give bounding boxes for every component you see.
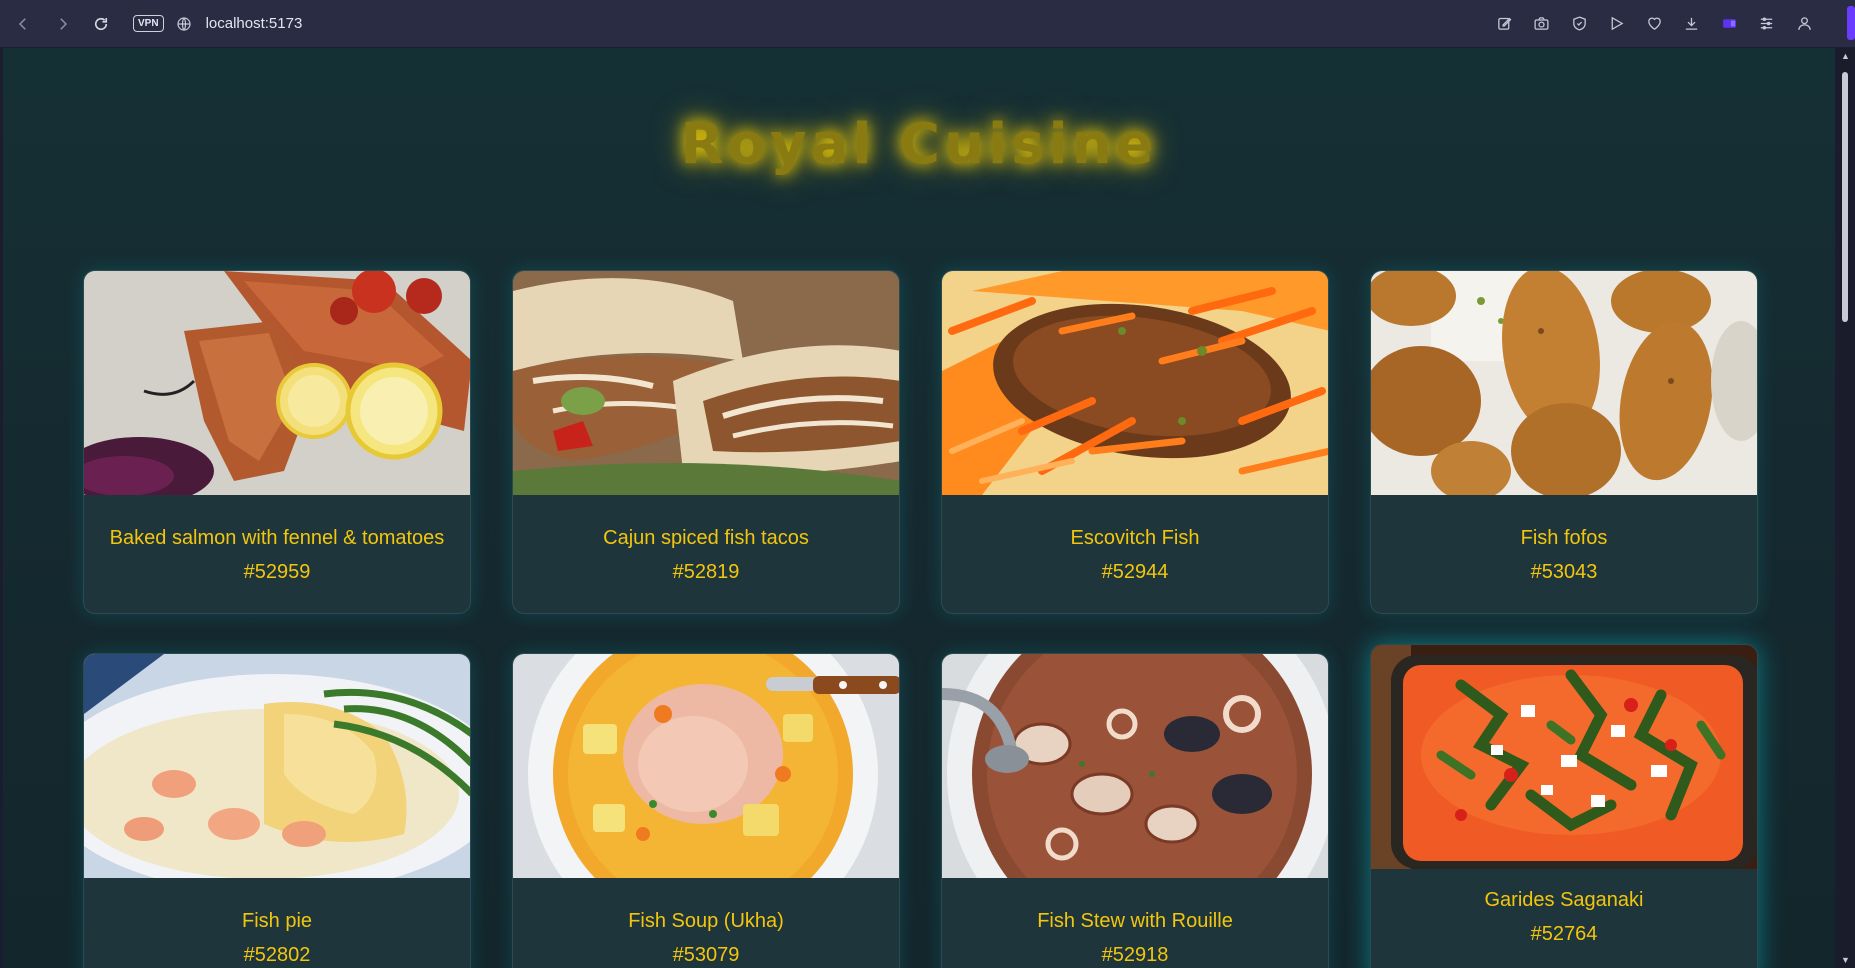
sidebar-accent[interactable] [1847, 6, 1855, 40]
page-title: Royal Cuisine [680, 112, 1158, 177]
meal-image [942, 271, 1328, 495]
meal-card[interactable]: Fish fofos #53043 [1370, 270, 1758, 614]
menu-icon[interactable] [1748, 10, 1786, 38]
meal-name: Escovitch Fish [1070, 527, 1200, 549]
download-icon[interactable] [1673, 10, 1711, 38]
meal-card[interactable]: Cajun spiced fish tacos #52819 [512, 270, 900, 614]
meal-card[interactable]: Garides Saganaki #52764 [1370, 644, 1758, 968]
scroll-down-icon[interactable]: ▼ [1841, 956, 1850, 965]
edit-icon[interactable] [1486, 10, 1524, 38]
meal-image [84, 271, 470, 495]
meal-name: Fish pie [241, 910, 313, 932]
camera-icon[interactable] [1523, 10, 1561, 38]
meal-name: Fish Soup (Ukha) [628, 910, 784, 932]
page-viewport: Royal Cuisine Baked salmon with fennel &… [3, 48, 1835, 968]
vpn-badge[interactable]: VPN [133, 15, 164, 32]
browser-toolbar: VPN localhost:5173 [0, 0, 1855, 47]
scrollbar[interactable]: ▲ ▼ [1838, 48, 1852, 968]
meal-name: Cajun spiced fish tacos [603, 527, 809, 549]
meal-grid: Baked salmon with fennel & tomatoes #529… [83, 222, 1761, 968]
profile-icon[interactable] [1786, 10, 1824, 38]
meal-image [942, 654, 1328, 878]
meal-image [513, 271, 899, 495]
meal-id: #52944 [1101, 561, 1169, 583]
meal-name: Garides Saganaki [1484, 889, 1644, 911]
meal-image [513, 654, 899, 878]
meal-image [84, 654, 470, 878]
back-icon[interactable] [9, 10, 37, 38]
meal-name: Fish Stew with Rouille [1037, 910, 1233, 932]
meal-id: #52764 [1530, 923, 1598, 945]
meal-id: #52819 [672, 561, 740, 583]
heart-icon[interactable] [1636, 10, 1674, 38]
browser-actions [1486, 0, 1824, 47]
globe-icon [176, 16, 191, 31]
scroll-thumb[interactable] [1842, 72, 1848, 322]
meal-name: Baked salmon with fennel & tomatoes [109, 527, 445, 549]
reload-icon[interactable] [87, 10, 115, 38]
meal-id: #52802 [243, 944, 311, 966]
meal-image [1371, 271, 1757, 495]
url-text[interactable]: localhost:5173 [206, 15, 303, 32]
meal-card[interactable]: Fish Stew with Rouille #52918 [941, 653, 1329, 968]
meal-id: #53079 [672, 944, 740, 966]
address-bar[interactable]: VPN localhost:5173 [133, 15, 302, 32]
meal-id: #52918 [1101, 944, 1169, 966]
forward-icon[interactable] [49, 10, 77, 38]
meal-image [1371, 645, 1757, 869]
meal-card[interactable]: Baked salmon with fennel & tomatoes #529… [83, 270, 471, 614]
meal-card[interactable]: Fish Soup (Ukha) #53079 [512, 653, 900, 968]
meal-name: Fish fofos [1520, 527, 1608, 549]
wallet-icon[interactable] [1711, 10, 1749, 38]
shield-icon[interactable] [1561, 10, 1599, 38]
meal-id: #53043 [1530, 561, 1598, 583]
scroll-up-icon[interactable]: ▲ [1841, 52, 1850, 61]
meal-card[interactable]: Fish pie #52802 [83, 653, 471, 968]
play-icon[interactable] [1598, 10, 1636, 38]
meal-id: #52959 [243, 561, 311, 583]
meal-card[interactable]: Escovitch Fish #52944 [941, 270, 1329, 614]
